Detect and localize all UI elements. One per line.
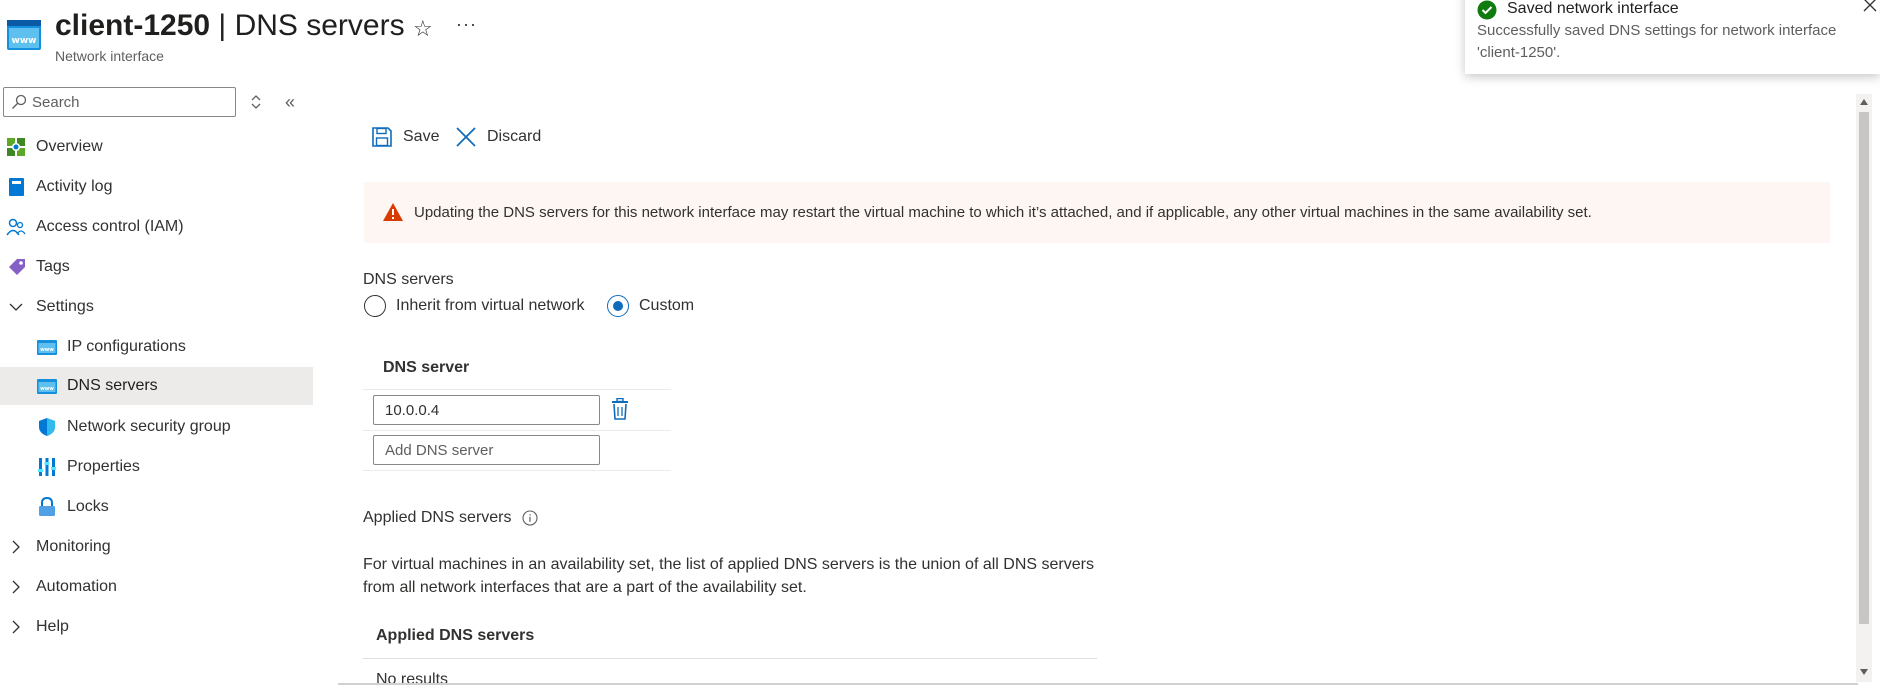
sidebar-item-network-security-group[interactable]: Network security group [0, 408, 313, 446]
row-divider [363, 389, 671, 390]
resource-type-label: Network interface [55, 48, 164, 64]
properties-icon [38, 458, 56, 476]
sidebar-group-settings[interactable]: Settings [0, 288, 313, 326]
lock-icon [39, 497, 55, 516]
radio-custom-label: Custom [639, 297, 695, 314]
page-name: DNS servers [234, 9, 405, 42]
search-input[interactable] [32, 92, 227, 112]
sidebar-item-activity-log[interactable]: Activity log [0, 168, 313, 206]
close-icon [456, 127, 476, 147]
shield-icon [39, 418, 55, 436]
scrollbar-thumb[interactable] [1859, 112, 1869, 624]
dns-server-column-header: DNS server [383, 359, 470, 376]
resource-name: client-1250 [55, 9, 211, 42]
table-empty-text: No results [376, 671, 449, 688]
applied-dns-title-text: Applied DNS servers [363, 509, 512, 526]
warning-banner: Updating the DNS servers for this networ… [364, 182, 1830, 243]
sidebar-item-label: Access control (IAM) [36, 218, 184, 235]
applied-dns-table-header: Applied DNS servers [376, 627, 535, 644]
content-bottom-divider [338, 683, 1858, 685]
sidebar-item-label: Tags [36, 258, 70, 275]
sidebar-item-label: Settings [36, 298, 94, 315]
discard-label: Discard [487, 128, 542, 145]
dns-server-field[interactable] [373, 395, 600, 425]
save-button[interactable]: Save [371, 124, 439, 150]
title-separator: | [210, 9, 235, 42]
dns-servers-label: DNS servers [363, 271, 454, 288]
add-dns-server-field[interactable] [373, 435, 600, 465]
chevron-right-icon [12, 620, 20, 634]
sidebar-item-label: IP configurations [67, 338, 186, 355]
sidebar-group-monitoring[interactable]: Monitoring [0, 528, 313, 566]
toast-message: Successfully saved DNS settings for netw… [1477, 22, 1837, 61]
sidebar-item-label: Properties [67, 458, 140, 475]
sidebar-item-label: Monitoring [36, 538, 111, 555]
discard-button[interactable]: Discard [455, 124, 541, 150]
sidebar-item-label: Overview [36, 138, 103, 155]
save-label: Save [403, 128, 440, 145]
search-icon [12, 94, 27, 109]
sidebar-item-ip-configurations[interactable]: www IP configurations [0, 328, 313, 366]
sidebar-item-label: Activity log [36, 178, 113, 195]
applied-dns-description: For virtual machines in an availability … [363, 556, 1094, 596]
sidebar-item-locks[interactable]: Locks [0, 488, 313, 526]
sidebar-item-properties[interactable]: Properties [0, 448, 313, 486]
sidebar-group-automation[interactable]: Automation [0, 568, 313, 606]
radio-inherit-label: Inherit from virtual network [396, 297, 585, 314]
row-divider [363, 470, 671, 471]
radio-circle[interactable] [364, 295, 386, 317]
radio-inherit[interactable]: Inherit from virtual network [364, 295, 585, 317]
sidebar-search[interactable] [3, 87, 236, 117]
sidebar-group-help[interactable]: Help [0, 608, 313, 646]
page-title: client-1250 | DNS servers [55, 9, 405, 43]
ip-config-icon: www [37, 340, 57, 355]
collapse-sidebar-icon[interactable]: « [285, 92, 295, 113]
trash-icon[interactable] [611, 398, 629, 420]
chevron-down-icon [9, 303, 23, 311]
chevron-right-icon [12, 540, 20, 554]
sidebar-item-label: Automation [36, 578, 117, 595]
table-divider [363, 658, 1097, 659]
sidebar-item-label: Locks [67, 498, 109, 515]
svg-text:www: www [40, 347, 54, 353]
svg-text:www: www [12, 36, 37, 46]
sidebar-item-label: DNS servers [67, 377, 158, 394]
radio-circle-selected[interactable] [607, 295, 629, 317]
warning-icon [383, 203, 403, 221]
chevron-right-icon [12, 580, 20, 594]
network-interface-icon: www [7, 20, 41, 50]
info-icon[interactable] [521, 510, 538, 526]
sidebar-item-overview[interactable]: Overview [0, 128, 313, 166]
radio-custom[interactable]: Custom [607, 295, 694, 317]
warning-text: Updating the DNS servers for this networ… [414, 204, 1592, 221]
dns-icon: www [37, 379, 57, 394]
sidebar-item-dns-servers[interactable]: www DNS servers [0, 367, 313, 405]
overview-icon [7, 138, 25, 156]
svg-text:www: www [40, 386, 54, 392]
more-ellipsis-icon[interactable]: ··· [456, 14, 477, 35]
sidebar-item-label: Network security group [67, 418, 231, 435]
sidebar-item-label: Help [36, 618, 69, 635]
scroll-down-icon[interactable] [1859, 668, 1869, 676]
activity-log-icon [9, 178, 24, 196]
applied-dns-title: Applied DNS servers [363, 509, 538, 527]
iam-icon [6, 218, 26, 236]
scroll-up-icon[interactable] [1859, 98, 1869, 106]
row-divider [363, 430, 671, 431]
toast-title: Saved network interface [1507, 0, 1679, 17]
tag-icon [9, 259, 25, 275]
star-icon[interactable]: ☆ [413, 16, 433, 42]
sidebar-item-iam[interactable]: Access control (IAM) [0, 208, 313, 246]
close-icon[interactable] [1863, 0, 1877, 12]
sidebar-item-tags[interactable]: Tags [0, 248, 313, 286]
vertical-scrollbar[interactable] [1856, 94, 1872, 682]
expand-collapse-icon[interactable] [249, 93, 263, 111]
success-check-icon [1477, 0, 1497, 20]
notification-toast: Saved network interface Successfully sav… [1465, 0, 1880, 74]
save-icon [372, 127, 392, 147]
